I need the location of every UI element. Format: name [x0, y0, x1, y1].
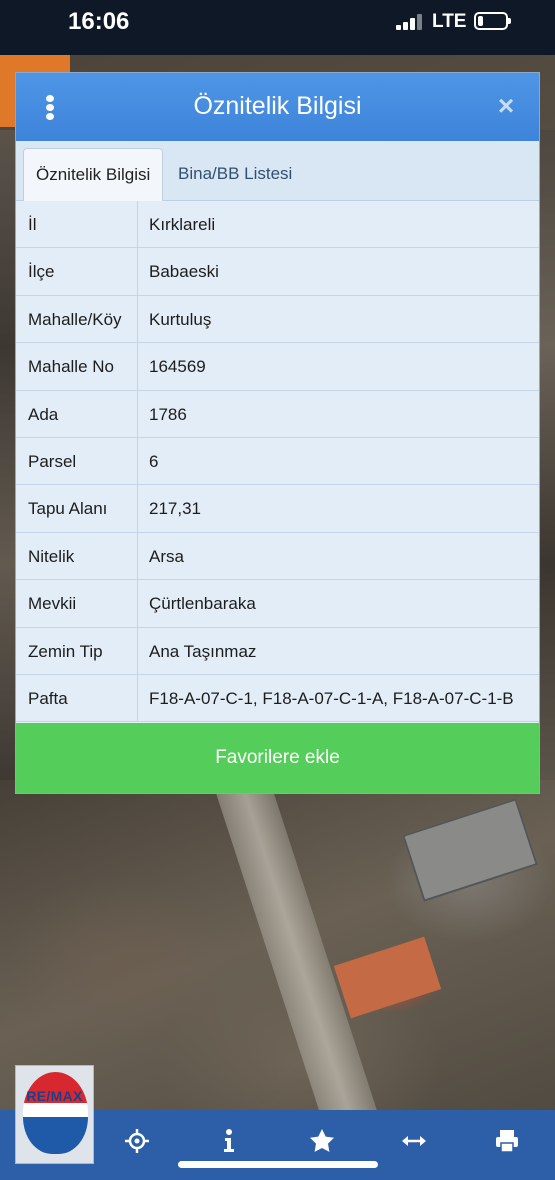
table-row: İl Kırklareli: [16, 201, 539, 249]
table-row: Pafta F18-A-07-C-1, F18-A-07-C-1-A, F18-A…: [16, 674, 539, 723]
table-row: Zemin Tip Ana Taşınmaz: [16, 627, 539, 675]
table-row: Nitelik Arsa: [16, 532, 539, 581]
row-value: Arsa: [149, 546, 184, 566]
row-value: F18-A-07-C-1, F18-A-07-C-1-A, F18-A-07-C…: [149, 688, 514, 708]
dialog-header: Öznitelik Bilgisi ×: [16, 73, 539, 141]
row-value: Kırklareli: [149, 215, 216, 234]
attribute-table: İl Kırklareli İlçe Babaeski Mahalle/Köy Kurtu…: [16, 201, 539, 723]
row-key: Tapu Alanı: [16, 485, 138, 532]
network-type: LTE: [432, 11, 467, 32]
table-row: Ada 1786: [16, 390, 539, 438]
map-roof: [333, 936, 442, 1019]
row-value: 217,31: [149, 499, 201, 519]
row-key: Mahalle No: [16, 343, 138, 390]
map-building: [402, 798, 538, 902]
row-key: Parsel: [16, 437, 138, 485]
tab-building-list[interactable]: Bina/BB Listesi: [166, 148, 304, 201]
row-key: Pafta: [16, 674, 138, 722]
home-indicator[interactable]: [178, 1161, 378, 1168]
table-row: Mevkii Çürtlenbaraka: [16, 580, 539, 628]
table-row: Mahalle/Köy Kurtuluş: [16, 295, 539, 344]
dialog-tabs: Öznitelik Bilgisi Bina/BB Listesi: [16, 141, 539, 201]
row-key: Ada: [16, 390, 138, 437]
row-value: 1786: [149, 404, 187, 424]
row-value: Babaeski: [149, 262, 219, 282]
locate-crosshair-icon[interactable]: [122, 1128, 152, 1158]
table-row: Mahalle No 164569: [16, 343, 539, 391]
row-value: 6: [149, 451, 159, 471]
info-icon[interactable]: [214, 1128, 244, 1158]
row-value: Çürtlenbaraka: [149, 594, 256, 614]
dialog-title: Öznitelik Bilgisi: [193, 92, 362, 120]
status-bar: 16:06 LTE: [0, 0, 555, 55]
row-key: Zemin Tip: [16, 627, 138, 674]
remax-brand-text: RE/MAX: [26, 1088, 83, 1104]
table-row: Parsel 6: [16, 437, 539, 486]
attribute-info-dialog: Öznitelik Bilgisi × Öznitelik Bilgisi Bi…: [15, 72, 540, 794]
close-icon[interactable]: ×: [493, 92, 519, 120]
row-value: Kurtuluş: [149, 309, 212, 329]
map-edge-right: [539, 130, 555, 780]
row-key: Nitelik: [16, 532, 138, 580]
table-row: İlçe Babaeski: [16, 248, 539, 296]
tab-attribute-info[interactable]: Öznitelik Bilgisi: [23, 148, 164, 201]
add-favorites-button[interactable]: Favorilere ekle: [16, 723, 539, 793]
row-value: Ana Taşınmaz: [149, 641, 257, 661]
remax-balloon-icon: [23, 1072, 88, 1154]
battery-icon: [474, 12, 511, 30]
star-icon[interactable]: [307, 1128, 337, 1158]
map-edge-left: [0, 130, 16, 780]
row-key: Mevkii: [16, 580, 138, 627]
row-value: 164569: [149, 357, 206, 377]
signal-icon: [396, 14, 424, 30]
row-key: İlçe: [16, 248, 138, 295]
row-key: Mahalle/Köy: [16, 295, 138, 343]
row-key: İl: [16, 201, 138, 248]
table-row: Tapu Alanı 217,31: [16, 485, 539, 533]
remax-logo: RE/MAX: [15, 1065, 94, 1164]
print-icon[interactable]: [492, 1128, 522, 1158]
measure-arrows-icon[interactable]: [399, 1128, 429, 1158]
status-time: 16:06: [68, 8, 130, 35]
